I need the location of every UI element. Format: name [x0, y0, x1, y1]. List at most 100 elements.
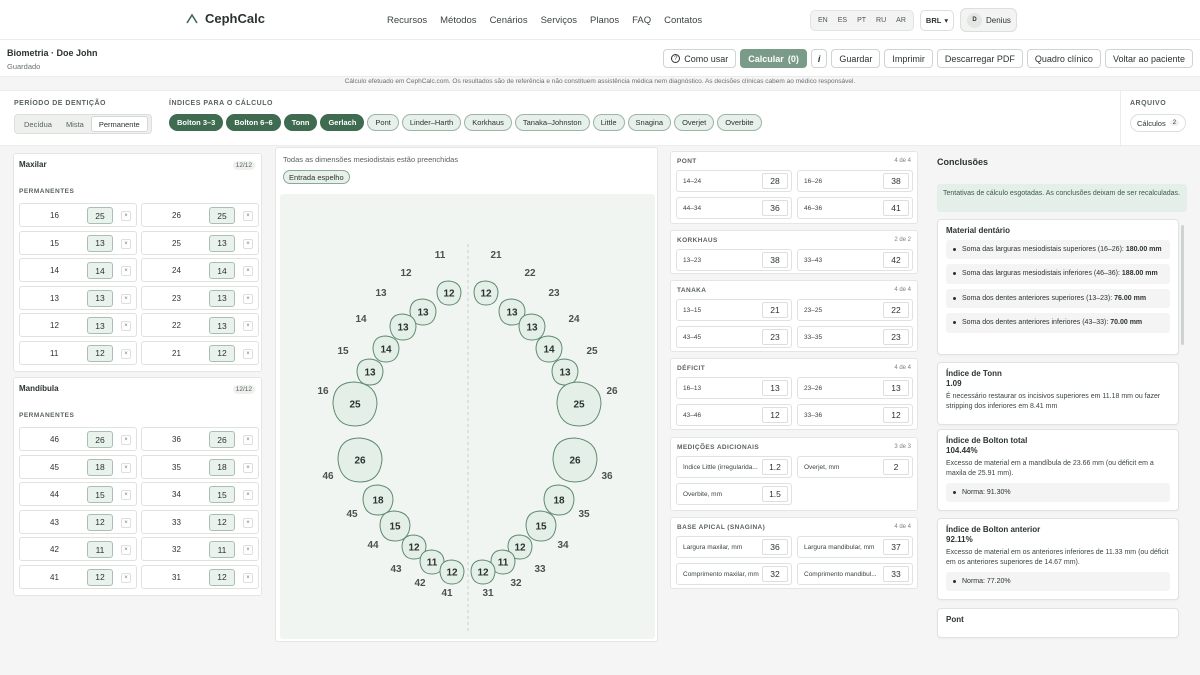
tooth-width-input[interactable]: 15 [87, 486, 113, 503]
tooth-width-input[interactable]: 13 [209, 289, 235, 307]
measure-input[interactable]: 37 [883, 539, 909, 555]
calculations-archive-button[interactable]: Cálculos 2 [1130, 114, 1186, 132]
nav-link-serviços[interactable]: Serviços [541, 15, 577, 26]
period-decídua[interactable]: Decídua [17, 116, 59, 132]
tooth-width-input[interactable]: 25 [209, 207, 235, 224]
nav-link-faq[interactable]: FAQ [632, 15, 651, 26]
tooth-width-input[interactable]: 13 [209, 317, 235, 334]
measure-input[interactable]: 38 [762, 252, 788, 268]
measure-input[interactable]: 1.2 [762, 459, 788, 475]
tooth-width-input[interactable]: 11 [209, 541, 235, 558]
tooth-width-input[interactable]: 25 [87, 207, 113, 224]
measure-input[interactable]: 23 [883, 329, 909, 345]
clear-icon[interactable]: × [243, 321, 253, 331]
download-pdf-button[interactable]: Descarregar PDF [936, 49, 1023, 68]
tooth-width-input[interactable]: 18 [209, 458, 235, 476]
clear-icon[interactable]: × [121, 348, 131, 359]
print-button[interactable]: Imprimir [884, 49, 933, 68]
measure-input[interactable]: 23 [762, 329, 788, 345]
measure-input[interactable]: 33 [883, 566, 909, 582]
measure-input[interactable]: 13 [762, 380, 788, 396]
user-menu[interactable]: D Denius [960, 8, 1017, 32]
clear-icon[interactable]: × [121, 462, 131, 473]
index-chip[interactable]: Gerlach [320, 114, 365, 131]
measure-input[interactable]: 12 [762, 407, 788, 423]
clear-icon[interactable]: × [121, 266, 131, 276]
clear-icon[interactable]: × [121, 490, 131, 500]
clear-icon[interactable]: × [243, 517, 253, 528]
measure-input[interactable]: 38 [883, 173, 909, 189]
period-mista[interactable]: Mista [59, 116, 91, 132]
index-chip[interactable]: Tonn [283, 114, 318, 131]
back-to-patient-button[interactable]: Voltar ao paciente [1104, 49, 1193, 68]
nav-link-planos[interactable]: Planos [590, 15, 619, 26]
calculate-button[interactable]: Calcular (0) [740, 49, 807, 68]
tooth-width-input[interactable]: 26 [209, 431, 235, 448]
clear-icon[interactable]: × [121, 238, 131, 249]
tooth-width-input[interactable]: 13 [87, 234, 113, 252]
measure-input[interactable]: 32 [762, 566, 788, 582]
clear-icon[interactable]: × [243, 238, 253, 249]
index-chip[interactable]: Overbite [717, 114, 762, 131]
clear-icon[interactable]: × [243, 490, 253, 500]
clear-icon[interactable]: × [121, 517, 131, 528]
measure-input[interactable]: 42 [883, 252, 909, 268]
index-chip[interactable]: Little [592, 114, 625, 131]
measure-input[interactable]: 41 [883, 200, 909, 216]
measure-input[interactable]: 28 [762, 173, 788, 189]
clear-icon[interactable]: × [121, 435, 131, 445]
clear-icon[interactable]: × [121, 321, 131, 331]
clear-icon[interactable]: × [243, 462, 253, 473]
scrollbar[interactable] [1181, 225, 1184, 345]
measure-input[interactable]: 12 [883, 407, 909, 423]
tooth-width-input[interactable]: 12 [209, 568, 235, 586]
index-chip[interactable]: Bolton 6–6 [226, 114, 281, 131]
lang-ru[interactable]: RU [873, 15, 889, 26]
nav-link-métodos[interactable]: Métodos [440, 15, 476, 26]
clear-icon[interactable]: × [243, 266, 253, 276]
help-button[interactable]: ? Como usar [663, 49, 737, 68]
clear-icon[interactable]: × [121, 211, 131, 221]
period-permanente[interactable]: Permanente [90, 116, 148, 132]
measure-input[interactable]: 36 [762, 539, 788, 555]
tooth-width-input[interactable]: 26 [87, 431, 113, 448]
clear-icon[interactable]: × [243, 293, 253, 304]
index-chip[interactable]: Pont [367, 114, 399, 131]
clear-icon[interactable]: × [121, 572, 131, 583]
tooth-width-input[interactable]: 14 [87, 262, 113, 279]
tooth-width-input[interactable]: 13 [209, 234, 235, 252]
index-chip[interactable]: Snagina [627, 114, 672, 131]
currency-select[interactable]: BRL ▾ [920, 10, 954, 31]
tooth-width-input[interactable]: 12 [87, 513, 113, 531]
index-chip[interactable]: Linder–Harth [401, 114, 462, 131]
tooth-width-input[interactable]: 18 [87, 458, 113, 476]
tooth-width-input[interactable]: 15 [209, 486, 235, 503]
clear-icon[interactable]: × [243, 572, 253, 583]
nav-link-recursos[interactable]: Recursos [387, 15, 427, 26]
tooth-width-input[interactable]: 12 [87, 568, 113, 586]
measure-input[interactable]: 13 [883, 380, 909, 396]
clinical-picture-button[interactable]: Quadro clínico [1026, 49, 1101, 68]
clear-icon[interactable]: × [243, 348, 253, 359]
tooth-width-input[interactable]: 11 [87, 541, 113, 558]
logo[interactable]: CephCalc [185, 11, 265, 26]
index-chip[interactable]: Tanaka–Johnston [514, 114, 590, 131]
measure-input[interactable]: 1.5 [762, 486, 788, 502]
lang-pt[interactable]: PT [854, 15, 869, 26]
tooth-width-input[interactable]: 12 [209, 513, 235, 531]
lang-es[interactable]: ES [835, 15, 850, 26]
tooth-width-input[interactable]: 12 [87, 344, 113, 362]
mirror-input-toggle[interactable]: Entrada espelho [283, 170, 350, 184]
clear-icon[interactable]: × [121, 545, 131, 555]
measure-input[interactable]: 2 [883, 459, 909, 475]
tooth-width-input[interactable]: 14 [209, 262, 235, 279]
measure-input[interactable]: 36 [762, 200, 788, 216]
index-chip[interactable]: Overjet [674, 114, 715, 131]
tooth-width-input[interactable]: 12 [209, 344, 235, 362]
index-chip[interactable]: Korkhaus [464, 114, 512, 131]
clear-icon[interactable]: × [243, 211, 253, 221]
clear-icon[interactable]: × [243, 435, 253, 445]
measure-input[interactable]: 21 [762, 302, 788, 318]
measure-input[interactable]: 22 [883, 302, 909, 318]
info-button[interactable]: i [810, 49, 828, 68]
